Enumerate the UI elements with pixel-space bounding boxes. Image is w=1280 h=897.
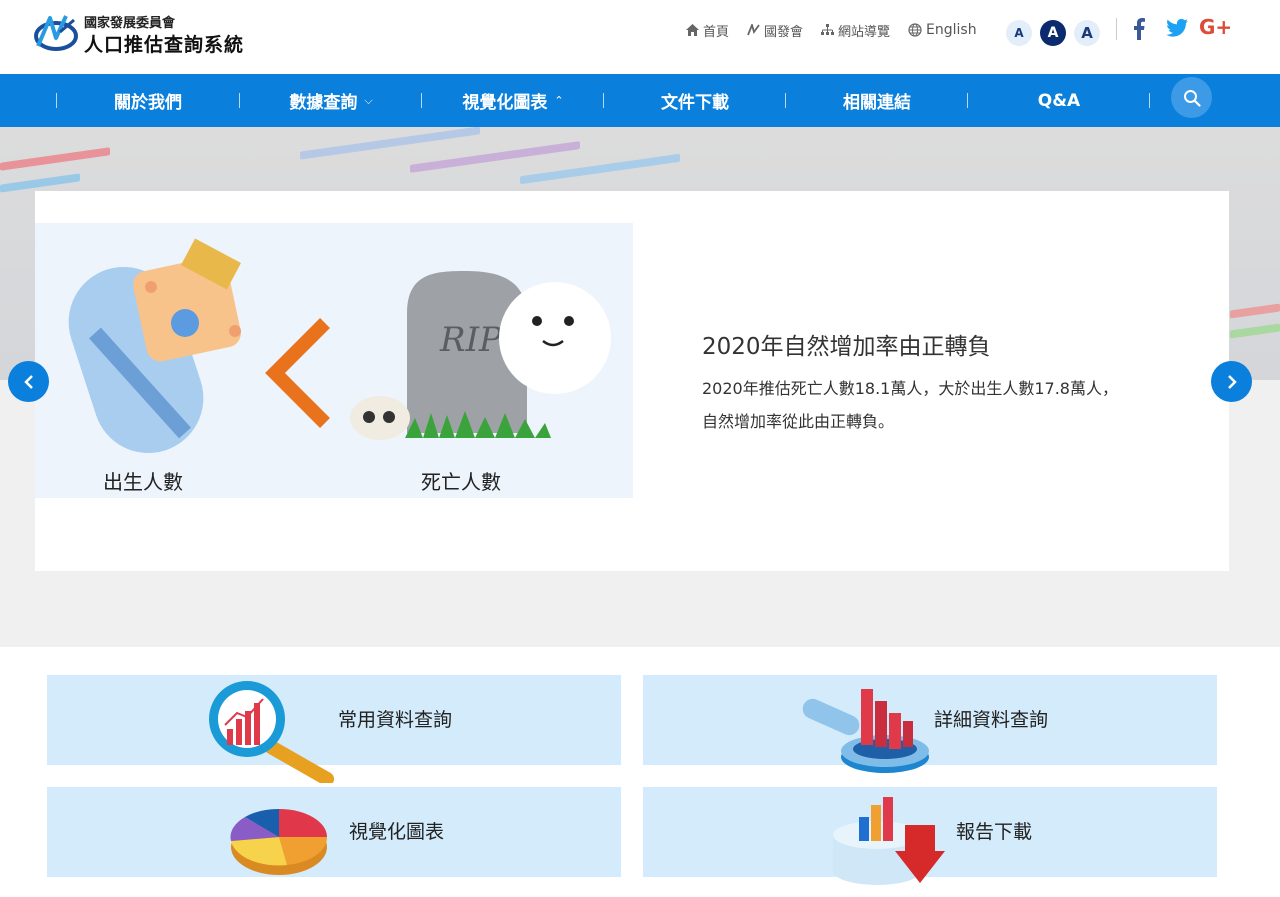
font-size-small-button[interactable]: A — [1006, 20, 1032, 46]
globe-icon — [908, 23, 922, 37]
nav-data-query-label: 數據查詢 — [289, 93, 358, 113]
main-nav: 關於我們 數據查詢 ⌵ 視覺化圖表 ⌃ 文件下載 相關連結 Q&A — [0, 74, 1280, 127]
common-query-label: 常用資料查詢 — [338, 709, 453, 731]
slide-title: 2020年自然增加率由正轉負 — [702, 334, 991, 360]
ndc-icon — [747, 24, 760, 36]
google-plus-icon[interactable]: G+ — [1199, 15, 1232, 39]
carousel-prev-button[interactable] — [8, 361, 49, 402]
nav-visual-charts[interactable]: 視覺化圖表 ⌃ — [422, 74, 604, 127]
search-icon — [1183, 89, 1201, 107]
detail-query-label: 詳細資料查詢 — [934, 709, 1049, 731]
cylinder-chart-icon — [802, 689, 929, 773]
top-links: 首頁 國發會 網站導覽 English — [686, 20, 995, 40]
hero-carousel: RIP 出生人數 死亡人數 2020年自然增加率由正轉負 2020年推估死亡人數… — [35, 191, 1229, 571]
detail-query-tile[interactable]: 詳細資料查詢 — [643, 675, 1217, 773]
nav-qa-label: Q&A — [1037, 90, 1081, 111]
nav-downloads-label: 文件下載 — [661, 93, 729, 113]
font-size-medium-button[interactable]: A — [1040, 20, 1066, 46]
visual-charts-label: 視覺化圖表 — [349, 821, 445, 843]
ndc-link[interactable]: 國發會 — [747, 21, 803, 40]
sitemap-link[interactable]: 網站導覽 — [821, 21, 890, 40]
nav-related-links[interactable]: 相關連結 — [786, 74, 968, 127]
nav-about-label: 關於我們 — [114, 93, 182, 113]
slide-illustration: RIP 出生人數 死亡人數 — [35, 223, 633, 498]
nav-qa[interactable]: Q&A — [968, 74, 1150, 127]
report-download-label: 報告下載 — [956, 821, 1033, 843]
home-link-label: 首頁 — [703, 24, 730, 40]
chevron-right-icon — [1227, 374, 1237, 389]
sitemap-icon — [821, 24, 835, 35]
ndc-link-label: 國發會 — [764, 24, 804, 40]
chevron-left-icon — [23, 374, 33, 389]
slide-text-line-2: 自然增加率從此由正轉負。 — [702, 412, 895, 431]
chevron-up-icon: ⌃ — [554, 94, 564, 107]
rip-text: RIP — [439, 320, 503, 360]
report-download-tile[interactable]: 報告下載 — [643, 787, 1217, 885]
chevron-down-icon: ⌵ — [364, 93, 373, 107]
facebook-icon[interactable] — [1133, 18, 1145, 40]
home-link[interactable]: 首頁 — [686, 21, 729, 40]
birth-label: 出生人數 — [103, 470, 183, 494]
visual-charts-tile[interactable]: 視覺化圖表 — [47, 787, 621, 877]
twitter-icon[interactable] — [1166, 18, 1188, 38]
nav-related-links-label: 相關連結 — [843, 93, 911, 113]
birth-vs-death-illustration: RIP — [68, 238, 611, 454]
slide-description: 2020年推估死亡人數18.1萬人，大於出生人數17.8萬人， 自然增加率從此由… — [702, 372, 1118, 438]
english-link-label: English — [926, 22, 977, 38]
death-label: 死亡人數 — [421, 470, 501, 494]
english-link[interactable]: English — [908, 22, 977, 38]
header-divider — [1116, 18, 1117, 40]
font-size-large-button[interactable]: A — [1074, 20, 1100, 46]
nav-separator — [1149, 93, 1150, 108]
search-button[interactable] — [1171, 77, 1212, 118]
home-icon — [686, 24, 699, 36]
magnifier-chart-icon — [209, 681, 334, 783]
carousel-next-button[interactable] — [1211, 361, 1252, 402]
system-name[interactable]: 人口推估查詢系統 — [84, 30, 244, 57]
skull-icon — [350, 396, 410, 440]
site-header: 國家發展委員會 人口推估查詢系統 首頁 國發會 網站導覽 English A A… — [0, 0, 1280, 74]
ndc-logo-icon[interactable] — [34, 12, 78, 54]
nav-downloads[interactable]: 文件下載 — [604, 74, 786, 127]
less-than-symbol — [265, 318, 330, 428]
nav-data-query[interactable]: 數據查詢 ⌵ — [240, 74, 422, 127]
sitemap-link-label: 網站導覽 — [838, 24, 891, 40]
report-download-icon — [833, 797, 945, 885]
common-query-tile[interactable]: 常用資料查詢 — [47, 675, 621, 783]
baby-icon — [68, 238, 241, 454]
slide-text-line-1: 2020年推估死亡人數18.1萬人，大於出生人數17.8萬人， — [702, 379, 1118, 398]
nav-visual-charts-label: 視覺化圖表 — [462, 93, 548, 113]
pie-chart-icon — [230, 808, 328, 875]
nav-about[interactable]: 關於我們 — [57, 74, 239, 127]
org-name: 國家發展委員會 — [84, 16, 176, 31]
ghost-icon — [499, 282, 611, 394]
